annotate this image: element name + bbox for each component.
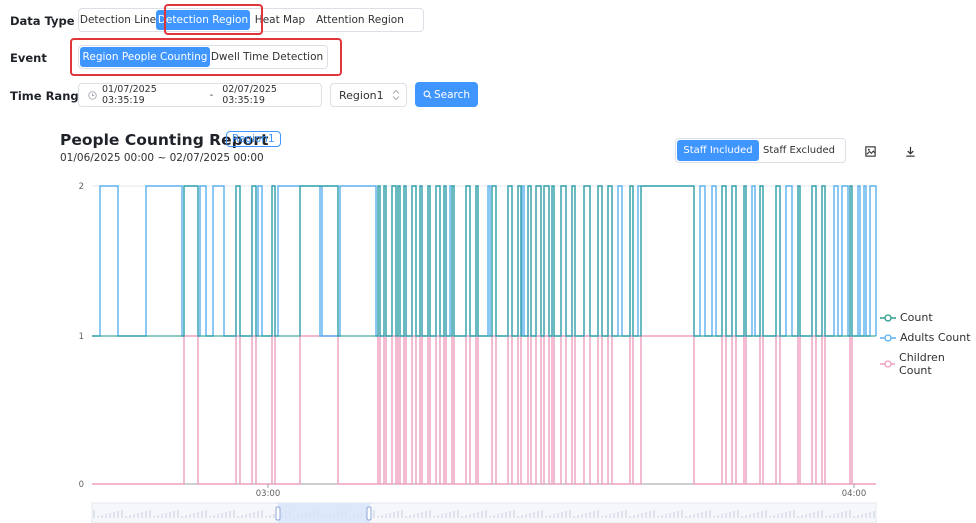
y-tick-label: 0 xyxy=(79,480,84,490)
staff-excluded-option[interactable]: Staff Excluded xyxy=(759,140,839,161)
zoom-slider-handle-right[interactable] xyxy=(366,506,372,521)
data-type-option-attention-region[interactable]: Attention Region xyxy=(310,10,410,30)
event-label: Event xyxy=(10,51,47,65)
highlight-frame-data-type xyxy=(164,4,263,35)
zoom-slider-track[interactable] xyxy=(91,502,877,523)
search-button[interactable]: Search xyxy=(415,82,478,107)
legend-adults-marker xyxy=(880,333,896,342)
series-adults-count xyxy=(92,185,877,337)
data-type-option-detection-line[interactable]: Detection Line xyxy=(80,10,156,30)
region-select[interactable]: Region1 xyxy=(330,83,407,107)
legend-item-count[interactable]: Count xyxy=(880,311,933,324)
zoom-slider-window[interactable] xyxy=(278,503,370,523)
date-range-picker[interactable]: 01/07/2025 03:35:19 - 02/07/2025 03:35:1… xyxy=(78,83,322,107)
time-range-label: Time Range xyxy=(10,89,87,103)
clock-icon xyxy=(88,90,97,100)
region-select-value: Region1 xyxy=(339,88,384,102)
x-tick-label: 04:00 xyxy=(842,489,867,499)
x-tick-label: 03:00 xyxy=(256,489,281,499)
report-range: 01/06/2025 00:00 ~ 02/07/2025 00:00 xyxy=(60,152,264,164)
date-range-end: 02/07/2025 03:35:19 xyxy=(222,84,277,106)
image-export-icon[interactable] xyxy=(862,143,878,159)
staff-included-option[interactable]: Staff Included xyxy=(677,140,759,161)
series-count xyxy=(92,185,876,337)
legend-item-children[interactable]: Children Count xyxy=(880,351,976,377)
legend-adults-label: Adults Count xyxy=(900,331,971,344)
legend-count-label: Count xyxy=(900,311,933,324)
stepper-arrows-icon[interactable] xyxy=(392,89,400,104)
highlight-frame-event xyxy=(70,38,342,76)
zoom-slider-handle-left[interactable] xyxy=(275,506,281,521)
date-range-separator: - xyxy=(209,89,214,101)
series-children-count xyxy=(92,335,876,485)
staff-toggle: Staff Included Staff Excluded xyxy=(675,138,846,163)
y-tick-label: 1 xyxy=(79,332,84,342)
legend-children-label: Children Count xyxy=(899,351,945,377)
legend-children-marker xyxy=(880,360,896,368)
legend-item-adults[interactable]: Adults Count xyxy=(880,331,971,344)
data-type-label: Data Type xyxy=(10,14,75,28)
zoom-slider-preview xyxy=(93,510,875,518)
y-tick-label: 2 xyxy=(79,182,84,192)
search-button-label: Search xyxy=(433,88,471,101)
date-range-start: 01/07/2025 03:35:19 xyxy=(102,84,157,106)
people-counting-chart: 0 1 2 03:00 04:00 xyxy=(79,182,877,523)
region-tag: Region1 xyxy=(226,131,281,147)
download-icon[interactable] xyxy=(902,143,918,159)
legend-count-marker xyxy=(880,313,896,322)
search-icon xyxy=(423,90,432,99)
